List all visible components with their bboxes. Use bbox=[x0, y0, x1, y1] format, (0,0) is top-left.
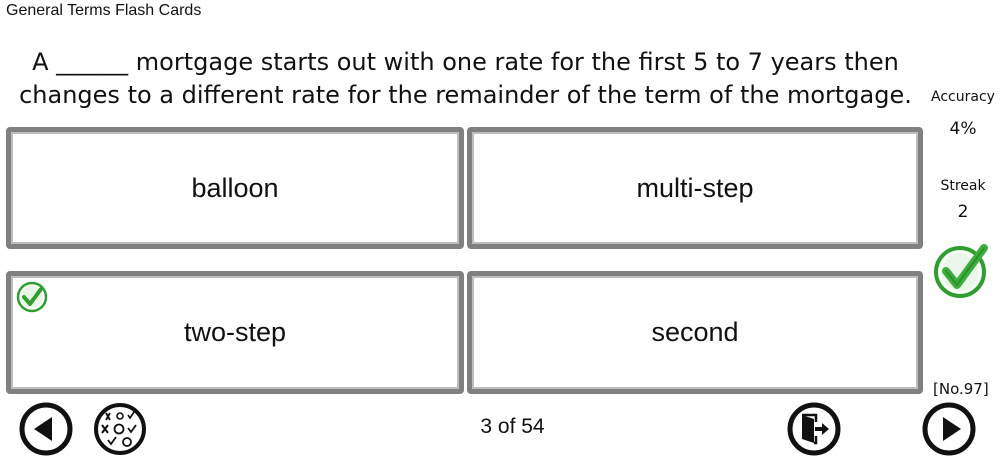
app-title: General Terms Flash Cards bbox=[6, 2, 202, 19]
streak-label: Streak bbox=[940, 178, 986, 194]
accuracy-value: 4% bbox=[949, 119, 977, 139]
card-number: [No.97] bbox=[933, 380, 989, 398]
question-text: A ______ mortgage starts out with one ra… bbox=[19, 48, 912, 109]
answer-label: second bbox=[651, 317, 739, 347]
answer-label: balloon bbox=[191, 172, 279, 203]
big-correct-check-icon bbox=[934, 244, 988, 298]
answer-label: multi-step bbox=[636, 172, 754, 203]
answer-label: two-step bbox=[183, 317, 287, 347]
correct-check-icon bbox=[16, 281, 48, 313]
page-indicator: 3 of 54 bbox=[480, 415, 545, 438]
answer-card-second[interactable]: second bbox=[467, 271, 923, 394]
previous-arrow-icon[interactable] bbox=[14, 400, 74, 456]
exit-door-icon[interactable] bbox=[782, 400, 842, 456]
accuracy-label: Accuracy bbox=[931, 89, 995, 105]
answer-card-two-step[interactable]: two-step bbox=[6, 271, 464, 394]
next-arrow-icon[interactable] bbox=[918, 400, 978, 456]
streak-value: 2 bbox=[957, 202, 969, 222]
tic-tac-toe-quiz-icon[interactable] bbox=[88, 400, 148, 456]
answer-card-multi-step[interactable]: multi-step bbox=[467, 127, 923, 249]
answer-card-balloon[interactable]: balloon bbox=[6, 127, 464, 249]
